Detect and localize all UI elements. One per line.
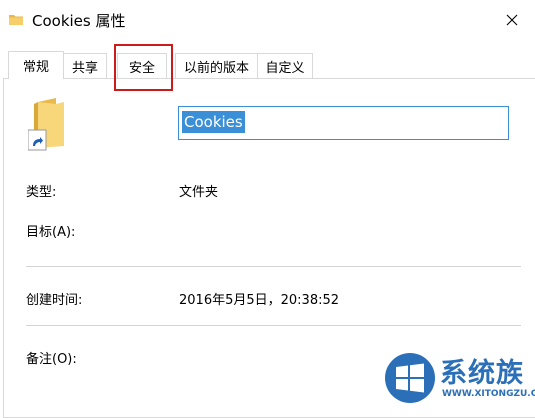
separator [26,266,521,267]
folder-large-icon [27,98,68,158]
tab-sharing[interactable]: 共享 [63,53,107,78]
type-value: 文件夹 [179,185,219,200]
windows-logo-icon [384,352,436,408]
folder-name-text: Cookies [182,111,245,133]
close-icon [506,11,518,30]
tab-general[interactable]: 常规 [8,51,64,79]
tab-customize[interactable]: 自定义 [257,53,313,78]
tab-strip: 常规 共享 安全 以前的版本 自定义 [0,51,535,79]
window-title: Cookies 属性 [32,12,126,30]
type-label: 类型: [26,185,57,200]
created-value: 2016年5月5日，20:38:52 [179,293,340,308]
folder-icon [8,12,24,32]
separator [26,325,521,326]
comment-label: 备注(O): [26,352,77,367]
watermark-url: WWW.XITONGZU.COM [442,389,535,399]
close-button[interactable] [489,0,535,40]
title-bar: Cookies 属性 [0,0,535,40]
folder-name-input[interactable]: Cookies [178,106,509,140]
tab-previous-versions[interactable]: 以前的版本 [175,53,258,78]
target-label: 目标(A): [26,225,76,240]
site-watermark: 系统族 WWW.XITONGZU.COM [384,348,535,410]
watermark-site-name: 系统族 [440,358,524,389]
created-label: 创建时间: [26,293,83,308]
shortcut-arrow-icon [30,133,44,152]
security-tab-highlight [114,44,173,91]
